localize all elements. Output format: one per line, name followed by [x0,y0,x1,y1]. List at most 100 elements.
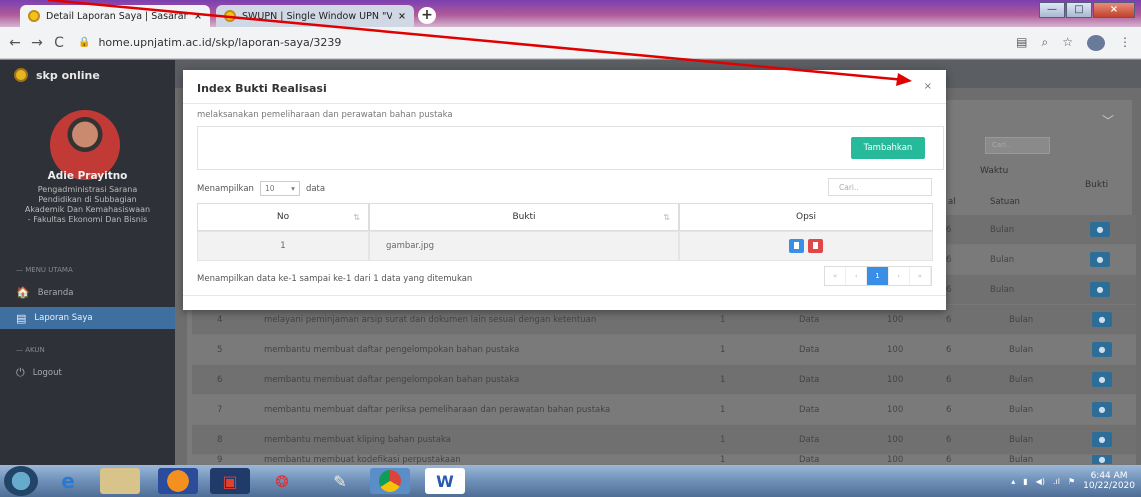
url-field[interactable]: 🔒 home.upnjatim.ac.id/skp/laporan-saya/3… [78,36,341,49]
table-row: 7 membantu membuat daftar periksa pemeli… [192,395,1136,425]
pagination-prev[interactable]: ‹ [846,267,868,285]
eye-icon[interactable]: ● [1092,342,1112,357]
browser-tab-bar: Detail Laporan Saya | Sasaran Kir × SWUP… [0,0,1141,27]
header-satuan: Satuan [990,197,1020,207]
chevron-down-icon[interactable]: ﹀ [1102,112,1114,129]
media-player-icon[interactable]: ▣ [210,468,250,494]
cell-waktu: 6 [946,404,952,415]
minimize-button[interactable]: — [1039,2,1065,18]
sidebar-item-beranda[interactable]: 🏠 Beranda [16,286,166,299]
internet-explorer-icon[interactable]: e [48,468,88,494]
column-label: Opsi [796,212,816,222]
eye-icon[interactable]: ● [1090,282,1110,297]
tab-detail-laporan[interactable]: Detail Laporan Saya | Sasaran Kir × [20,5,210,27]
pagination-first[interactable]: « [825,267,847,285]
zoom-icon[interactable]: ⌕ [1042,35,1049,51]
cell-kegiatan: membantu membuat daftar periksa pemeliha… [264,404,611,415]
menu-heading-akun: — AKUN [16,346,45,354]
clock[interactable]: 6:44 AM 10/22/2020 [1083,471,1135,491]
paint-icon[interactable]: ✎ [320,468,360,494]
cell-unit: Bulan [1009,455,1034,465]
table-row: 9 membantu membuat kodefikasi perpustaka… [192,455,1136,465]
document-icon: ▤ [16,311,27,325]
eye-icon[interactable]: ● [1092,455,1112,464]
modal-search-input[interactable]: Cari.. [828,178,932,196]
flag-icon[interactable]: ⚑ [1068,477,1075,486]
eye-icon[interactable]: ● [1092,312,1112,327]
clock-date: 10/22/2020 [1083,481,1135,491]
new-tab-button[interactable]: + [418,7,436,24]
tab-close-icon[interactable]: × [194,11,202,22]
eye-icon[interactable]: ● [1092,372,1112,387]
sidebar-item-logout[interactable]: ⏻ Logout [16,366,166,380]
column-no[interactable]: No ⇅ [197,203,369,231]
game-icon[interactable]: ❂ [262,468,302,494]
file-explorer-icon[interactable] [100,468,140,494]
bukti-realisasi-modal: Index Bukti Realisasi × melaksanakan pem… [183,70,946,310]
tab-swupn[interactable]: SWUPN | Single Window UPN "V × [216,5,414,27]
sidebar-item-laporan-saya[interactable]: ▤ Laporan Saya [0,307,175,329]
page-length-select[interactable]: 10 ▾ [259,181,300,196]
eye-icon[interactable]: ● [1092,402,1112,417]
profile-job-line: Pendidikan di Subbagian [38,195,137,204]
cell-kegiatan: membantu membuat daftar pengelompokan ba… [264,374,520,385]
word-icon[interactable]: W [425,468,465,494]
menu-dots-icon[interactable]: ⋮ [1119,35,1131,51]
translate-icon[interactable]: ▤ [1016,35,1027,51]
signal-icon[interactable]: .ıl [1053,477,1060,486]
reload-button[interactable]: C [48,35,70,51]
cell-kegiatan: membantu membuat kodefikasi perpustakaan [264,455,461,465]
modal-close-button[interactable]: × [924,81,932,92]
table-search-input[interactable]: Cari.. [985,137,1050,154]
cell-no: 8 [217,434,223,445]
bookmark-star-icon[interactable]: ☆ [1062,35,1073,51]
battery-icon[interactable]: ▮ [1023,477,1027,486]
cell-satuan: Data [799,374,820,385]
start-button[interactable] [4,466,38,496]
divider [183,295,946,296]
divider [183,103,946,104]
address-bar: ← → C 🔒 home.upnjatim.ac.id/skp/laporan-… [0,27,1141,59]
tab-label: SWUPN | Single Window UPN "V [242,10,393,22]
window-close-button[interactable]: × [1093,2,1135,18]
pagination-page[interactable]: 1 [867,267,889,285]
profile-job-line: - Fakultas Ekonomi Dan Bisnis [27,215,148,224]
page-length-control: Menampilkan 10 ▾ data [197,181,325,196]
eye-icon[interactable]: ● [1090,222,1110,237]
cell-unit: Bulan [990,224,1015,235]
browser-toolbar-icons: ▤ ⌕ ☆ ⋮ [1016,35,1131,51]
home-icon: 🏠 [16,286,30,299]
column-bukti[interactable]: Bukti ⇅ [369,203,679,231]
table-row: 8 membantu membuat kliping bahan pustaka… [192,425,1136,455]
eye-icon[interactable]: ● [1092,432,1112,447]
show-suffix: data [305,183,326,194]
view-file-icon[interactable] [789,239,804,253]
cell-jumlah: 1 [720,455,726,465]
back-button[interactable]: ← [4,35,26,51]
add-button[interactable]: Tambahkan [851,137,925,159]
forward-button[interactable]: → [26,35,48,51]
cell-unit: Bulan [990,284,1015,295]
firefox-icon[interactable] [158,468,198,494]
cell-persen: 100 [887,434,904,445]
sidebar-item-label: Logout [32,368,62,378]
modal-title: Index Bukti Realisasi [197,82,327,95]
table-row: 6 membantu membuat daftar pengelompokan … [192,365,1136,395]
cell-persen: 100 [887,344,904,355]
volume-icon[interactable]: ◀) [1036,477,1045,486]
pagination-next[interactable]: › [889,267,910,285]
delete-icon[interactable] [808,239,823,253]
cell-no: 9 [217,455,223,465]
tab-close-icon[interactable]: × [398,11,406,22]
cell-jumlah: 1 [720,344,726,355]
profile-avatar-icon[interactable] [1087,35,1105,51]
tray-arrow-icon[interactable]: ▴ [1011,477,1015,486]
header-waktu: Waktu [980,166,1009,176]
maximize-button[interactable]: □ [1066,2,1092,18]
pagination-last[interactable]: » [910,267,932,285]
chrome-icon[interactable] [370,468,410,494]
eye-icon[interactable]: ● [1090,252,1110,267]
brand[interactable]: skp online [0,60,175,90]
header-bukti: Bukti [1085,180,1109,190]
site-favicon-icon [28,10,40,22]
